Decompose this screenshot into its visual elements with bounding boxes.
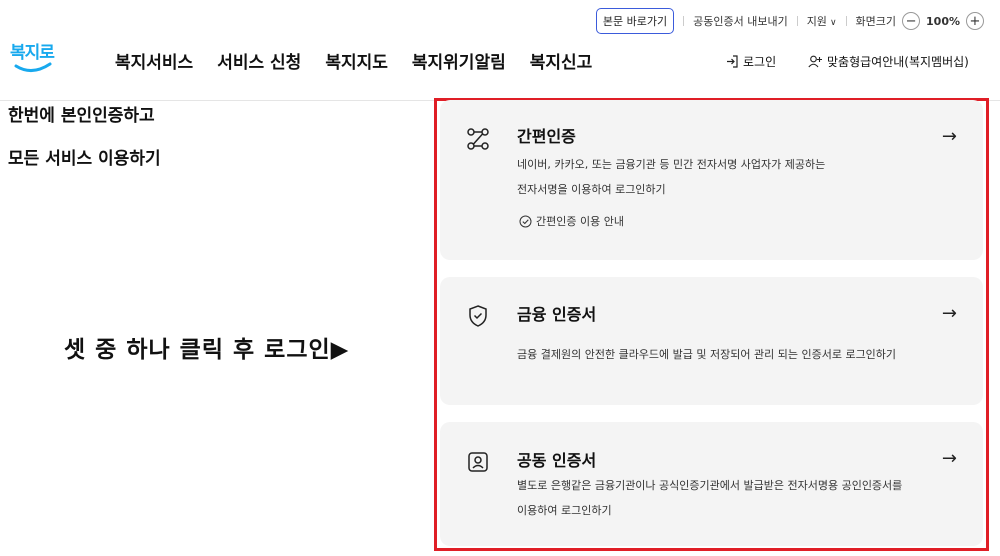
login-link[interactable]: 로그인 xyxy=(726,53,776,70)
check-circle-icon xyxy=(519,215,532,227)
guide-label: 간편인증 이용 안내 xyxy=(536,215,624,228)
zoom-value: 100% xyxy=(926,14,960,28)
route-icon xyxy=(467,128,489,150)
skip-to-content-link[interactable]: 본문 바로가기 xyxy=(595,8,675,34)
shield-check-icon xyxy=(469,305,487,327)
zoom-out-button[interactable]: − xyxy=(902,12,921,30)
chevron-down-icon: ∨ xyxy=(829,18,837,28)
login-label: 로그인 xyxy=(743,55,777,69)
nav-welfare-report[interactable]: 복지신고 xyxy=(530,48,593,73)
nav-welfare-map[interactable]: 복지지도 xyxy=(325,48,388,73)
support-menu[interactable]: 지원 ∨ xyxy=(807,13,837,29)
support-label: 지원 xyxy=(806,15,827,28)
card-title: 간편인증 xyxy=(517,127,576,146)
card-description-line: 이용하여 로그인하기 xyxy=(517,504,612,517)
logo-icon: 복지로 xyxy=(10,43,56,72)
intro-line-1: 한번에 본인인증하고 xyxy=(8,106,155,126)
nav-welfare-services[interactable]: 복지서비스 xyxy=(115,48,193,73)
card-title: 금융 인증서 xyxy=(517,305,597,324)
nav-crisis-alert[interactable]: 복지위기알림 xyxy=(412,48,506,73)
user-badge-icon xyxy=(468,452,488,472)
financial-cert-card[interactable]: 금융 인증서 금융 결제원의 안전한 클라우드에 발급 및 저장되어 관리 되는… xyxy=(440,277,983,405)
card-description: 네이버, 카카오, 또는 금융기관 등 민간 전자서명 사업자가 제공하는 전자… xyxy=(517,152,957,202)
login-icon xyxy=(727,55,738,68)
card-description-line: 금융 결제원의 안전한 클라우드에 발급 및 저장되어 관리 되는 인증서로 로… xyxy=(517,348,897,361)
site-logo[interactable]: 복지로 xyxy=(8,38,58,76)
card-description: 금융 결제원의 안전한 클라우드에 발급 및 저장되어 관리 되는 인증서로 로… xyxy=(517,342,957,367)
divider xyxy=(796,16,798,26)
logo-text: 복지로 xyxy=(10,43,55,63)
membership-label: 맞춤형급여안내(복지멤버십) xyxy=(827,55,969,69)
intro-line-2: 모든 서비스 이용하기 xyxy=(8,149,161,169)
arrow-right-icon: → xyxy=(941,448,957,469)
main-nav: 복지서비스 서비스 신청 복지지도 복지위기알림 복지신고 xyxy=(115,48,592,73)
card-description: 별도로 은행같은 금융기관이나 공식인증기관에서 발급받은 전자서명용 공인인증… xyxy=(517,473,957,523)
simple-auth-guide-link[interactable]: 간편인증 이용 안내 xyxy=(519,213,624,229)
export-cert-link[interactable]: 공동인증서 내보내기 xyxy=(693,13,788,29)
user-plus-icon xyxy=(808,55,822,68)
membership-link[interactable]: 맞춤형급여안내(복지멤버십) xyxy=(808,53,969,70)
simple-auth-card[interactable]: 간편인증 네이버, 카카오, 또는 금융기관 등 민간 전자서명 사업자가 제공… xyxy=(440,100,983,260)
nav-service-apply[interactable]: 서비스 신청 xyxy=(217,48,301,73)
joint-cert-card[interactable]: 공동 인증서 별도로 은행같은 금융기관이나 공식인증기관에서 발급받은 전자서… xyxy=(440,422,983,546)
annotation-text: 셋 중 하나 클릭 후 로그인▶ xyxy=(64,337,350,363)
divider xyxy=(845,16,847,26)
card-description-line: 네이버, 카카오, 또는 금융기관 등 민간 전자서명 사업자가 제공하는 xyxy=(517,158,826,171)
utility-bar: 본문 바로가기 공동인증서 내보내기 지원 ∨ 화면크기 − 100% + xyxy=(595,8,990,34)
card-description-line: 별도로 은행같은 금융기관이나 공식인증기관에서 발급받은 전자서명용 공인인증… xyxy=(517,479,903,492)
arrow-right-icon: → xyxy=(941,303,957,324)
screen-size-label: 화면크기 xyxy=(855,15,897,28)
divider xyxy=(683,16,685,26)
arrow-right-icon: → xyxy=(941,126,957,147)
zoom-in-button[interactable]: + xyxy=(966,12,984,30)
card-description-line: 전자서명을 이용하여 로그인하기 xyxy=(517,183,666,196)
card-title: 공동 인증서 xyxy=(517,451,597,470)
